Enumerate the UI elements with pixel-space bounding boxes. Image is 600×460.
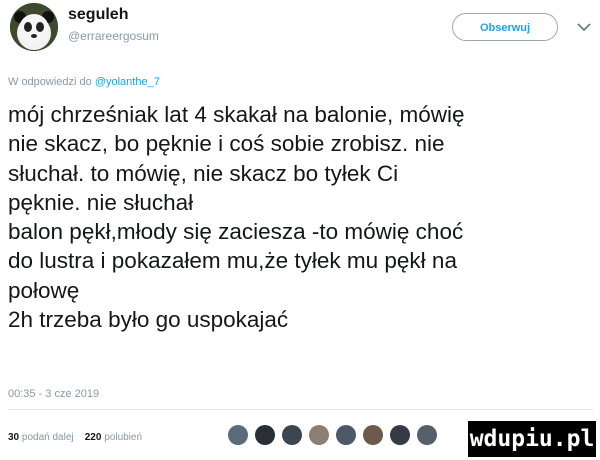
- likes-count[interactable]: 220: [85, 432, 102, 443]
- display-name[interactable]: seguleh: [68, 6, 128, 24]
- likes-label[interactable]: polubień: [104, 432, 142, 443]
- user-handle[interactable]: @errareergosum: [68, 29, 159, 43]
- retweets-count[interactable]: 30: [8, 432, 19, 443]
- liker-avatar[interactable]: [417, 425, 437, 445]
- divider: [8, 409, 593, 410]
- reply-mention-link[interactable]: @yolanthe_7: [95, 76, 160, 88]
- tweet-stats: 30 podań dalej 220 polubień: [8, 432, 142, 443]
- liker-avatar[interactable]: [390, 425, 410, 445]
- liker-avatar[interactable]: [255, 425, 275, 445]
- reply-prefix: W odpowiedzi do: [8, 76, 95, 88]
- liker-avatar[interactable]: [336, 425, 356, 445]
- retweets-label[interactable]: podań dalej: [22, 432, 74, 443]
- watermark: wdupiu.pl: [468, 421, 596, 457]
- liker-avatar[interactable]: [309, 425, 329, 445]
- reply-context: W odpowiedzi do @yolanthe_7: [8, 76, 160, 88]
- liker-avatar[interactable]: [363, 425, 383, 445]
- panda-avatar-icon: [10, 3, 58, 51]
- chevron-down-icon[interactable]: [575, 18, 593, 36]
- avatar[interactable]: [10, 3, 58, 51]
- follow-button[interactable]: Obserwuj: [452, 13, 558, 41]
- tweet-text: mój chrześniak lat 4 skakał na balonie, …: [8, 102, 465, 333]
- liker-avatar[interactable]: [282, 425, 302, 445]
- liker-avatar[interactable]: [228, 425, 248, 445]
- tweet-timestamp[interactable]: 00:35 - 3 cze 2019: [8, 388, 99, 400]
